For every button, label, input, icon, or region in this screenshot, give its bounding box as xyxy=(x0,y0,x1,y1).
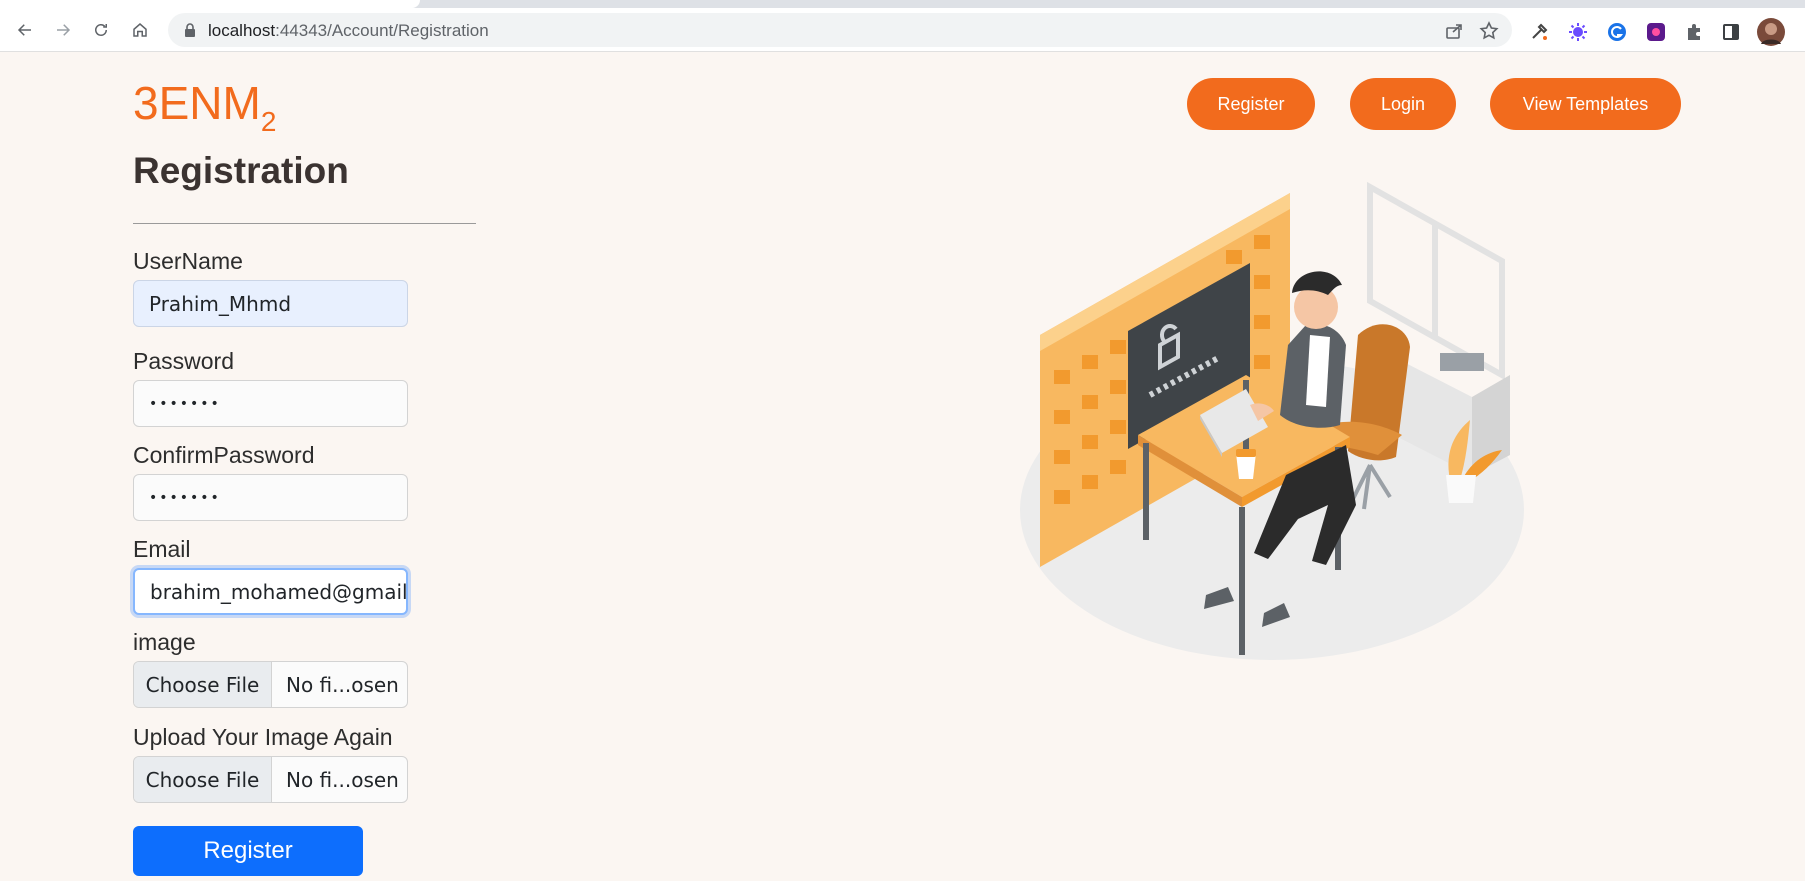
nav-view-templates-button[interactable]: View Templates xyxy=(1490,78,1681,130)
lock-icon[interactable] xyxy=(182,22,198,38)
confirm-password-input[interactable]: ••••••• xyxy=(133,474,408,521)
browser-toolbar: localhost:44343/Account/Registration xyxy=(0,8,1805,52)
image-again-choose-file-button[interactable]: Choose File xyxy=(134,757,272,802)
registration-illustration xyxy=(1020,181,1524,660)
image-file-input[interactable]: Choose File No fi...osen xyxy=(133,661,408,708)
tab-strip xyxy=(0,0,1805,8)
title-divider xyxy=(133,223,476,224)
image-again-file-status: No fi...osen xyxy=(286,767,399,792)
eyedropper-extension-icon[interactable] xyxy=(1528,21,1550,43)
screen-recorder-extension-icon[interactable] xyxy=(1645,21,1667,43)
username-input[interactable]: Prahim_Mhmd xyxy=(133,280,408,327)
email-input[interactable]: brahim_mohamed@gmail.c xyxy=(133,568,408,615)
image-label: image xyxy=(133,629,196,655)
password-label: Password xyxy=(133,348,234,374)
profile-avatar[interactable] xyxy=(1757,18,1785,46)
home-icon[interactable] xyxy=(127,17,153,43)
url-text: localhost:44343/Account/Registration xyxy=(208,21,489,40)
extensions-puzzle-icon[interactable] xyxy=(1683,21,1705,43)
share-icon[interactable] xyxy=(1444,21,1464,41)
bookmark-star-icon[interactable] xyxy=(1479,21,1499,41)
grammar-extension-icon[interactable] xyxy=(1606,21,1628,43)
register-submit-button[interactable]: Register xyxy=(133,826,363,876)
forward-icon[interactable] xyxy=(50,17,76,43)
nav-register-button[interactable]: Register xyxy=(1187,78,1315,130)
image-again-label: Upload Your Image Again xyxy=(133,724,393,750)
address-bar[interactable]: localhost:44343/Account/Registration xyxy=(168,13,1512,47)
site-logo[interactable]: 3ENM2 xyxy=(133,76,276,138)
confirm-password-label: ConfirmPassword xyxy=(133,442,315,468)
page-title: Registration xyxy=(133,150,349,191)
sun-extension-icon[interactable] xyxy=(1567,21,1589,43)
nav-login-button[interactable]: Login xyxy=(1350,78,1456,130)
image-file-status: No fi...osen xyxy=(286,672,399,697)
username-label: UserName xyxy=(133,248,243,274)
email-label: Email xyxy=(133,536,191,562)
back-icon[interactable] xyxy=(12,17,38,43)
image-again-file-input[interactable]: Choose File No fi...osen xyxy=(133,756,408,803)
reload-icon[interactable] xyxy=(88,17,114,43)
side-panel-icon[interactable] xyxy=(1720,21,1742,43)
image-choose-file-button[interactable]: Choose File xyxy=(134,662,272,707)
password-input[interactable]: ••••••• xyxy=(133,380,408,427)
active-tab[interactable] xyxy=(0,0,420,8)
